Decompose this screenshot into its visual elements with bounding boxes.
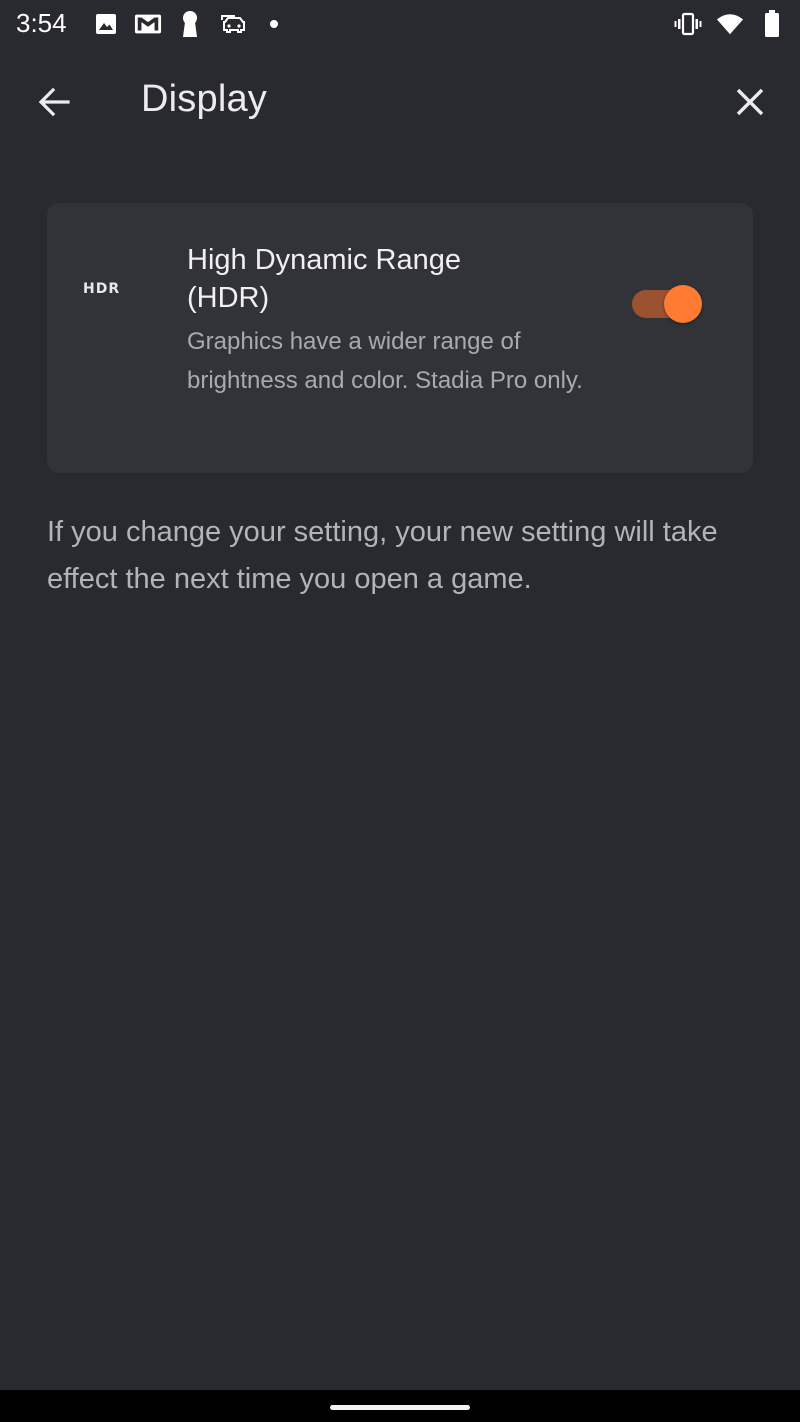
battery-icon <box>758 10 786 38</box>
back-button[interactable] <box>30 80 78 128</box>
hdr-toggle[interactable] <box>632 285 704 323</box>
toggle-thumb <box>664 285 702 323</box>
vibrate-icon <box>674 10 702 38</box>
wifi-icon <box>716 10 744 38</box>
hdr-icon: HDR <box>83 281 121 297</box>
image-icon <box>92 10 120 38</box>
home-gesture-handle[interactable] <box>330 1405 470 1410</box>
arrow-left-icon <box>36 84 72 125</box>
gmail-icon <box>134 10 162 38</box>
navigation-bar <box>0 1390 800 1422</box>
system-icons <box>674 10 786 38</box>
page-title: Display <box>141 78 267 120</box>
close-icon <box>734 86 766 123</box>
notification-icons <box>92 10 288 38</box>
close-button[interactable] <box>726 80 774 128</box>
info-text: If you change your setting, your new set… <box>47 516 718 595</box>
status-time: 3:54 <box>16 8 67 38</box>
setting-title: High Dynamic Range (HDR) <box>187 244 462 314</box>
app-bar: Display <box>0 62 800 142</box>
keyhole-icon <box>176 10 204 38</box>
dot-icon <box>260 10 288 38</box>
car-icon <box>218 10 246 38</box>
setting-description: Graphics have a wider range of brightnes… <box>187 328 583 394</box>
status-bar: 3:54 <box>0 0 800 50</box>
hdr-setting-card[interactable]: HDR High Dynamic Range (HDR) Graphics ha… <box>47 203 753 473</box>
